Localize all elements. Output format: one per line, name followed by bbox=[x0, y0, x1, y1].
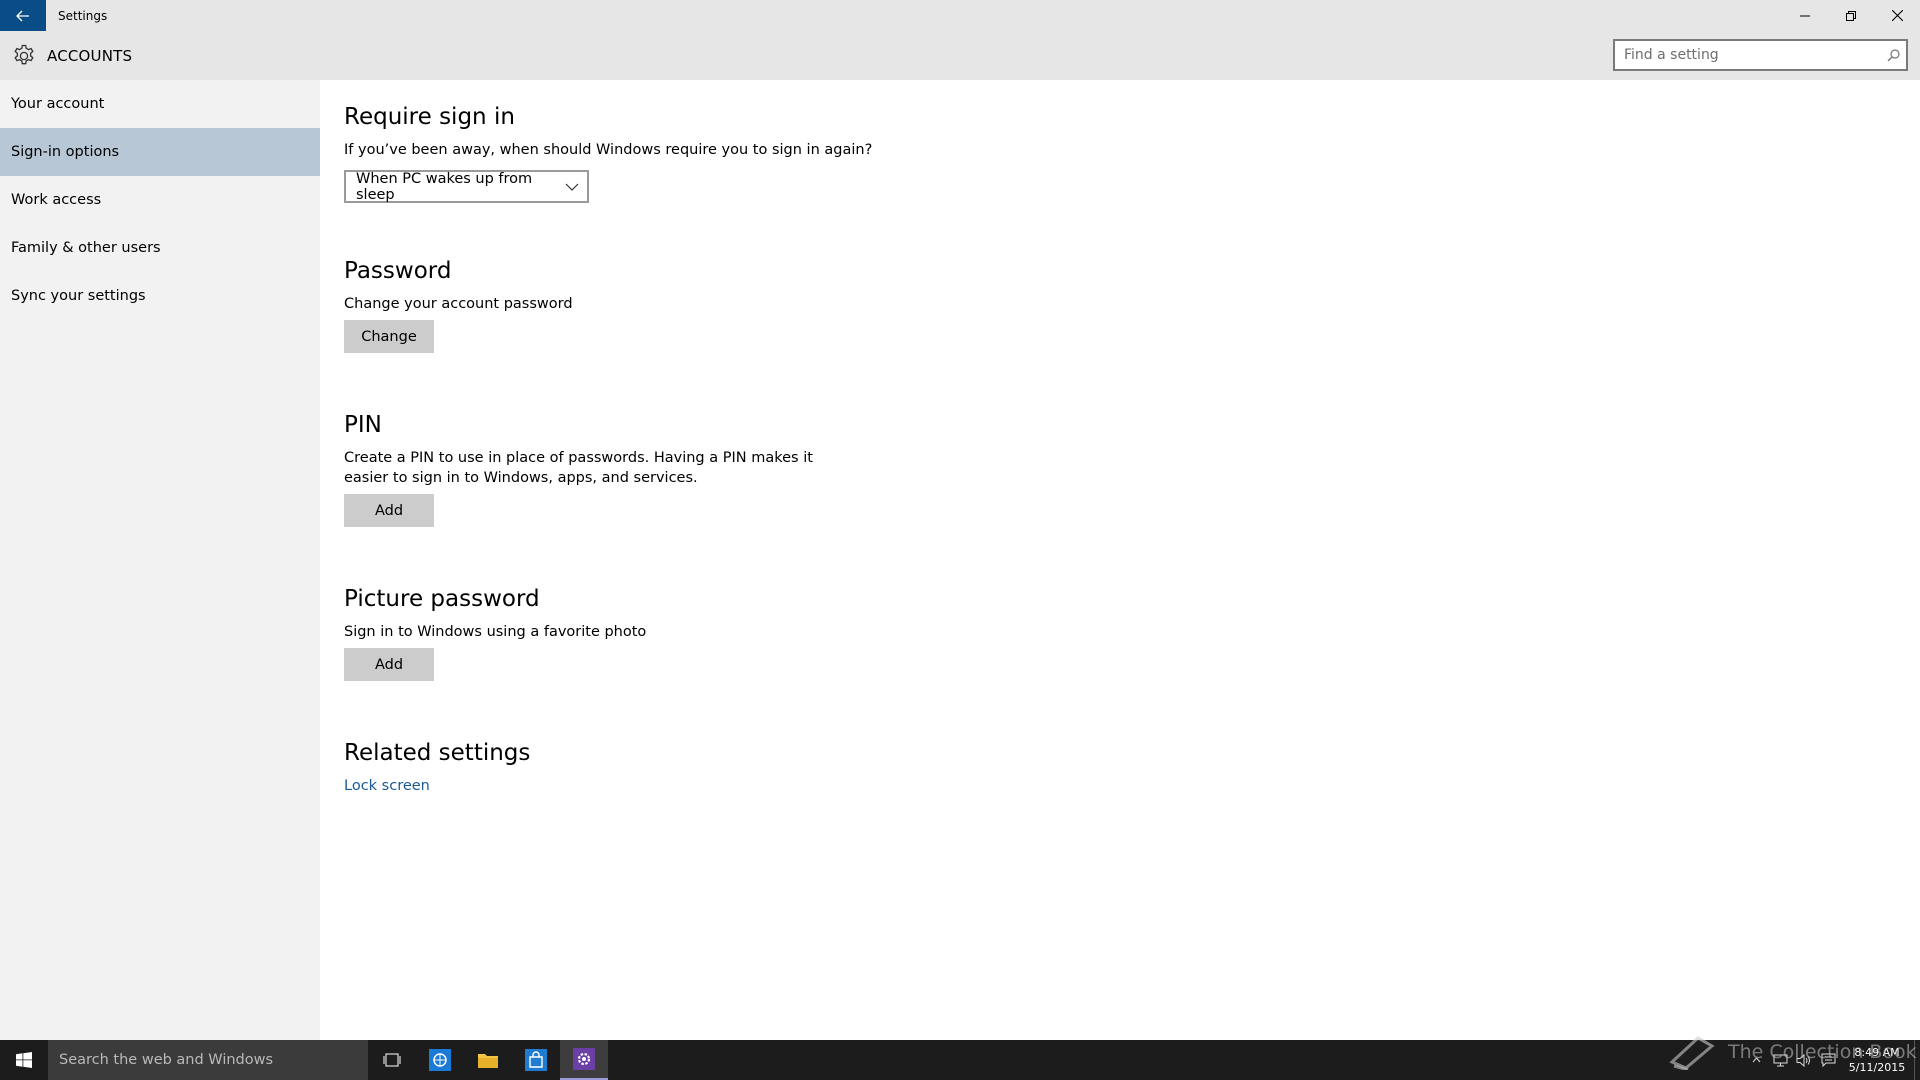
search-input[interactable] bbox=[1615, 41, 1880, 69]
section-title: PIN bbox=[344, 412, 382, 438]
section-description-line2: easier to sign in to Windows, apps, and … bbox=[344, 470, 698, 486]
section-title: Require sign in bbox=[344, 104, 515, 130]
window-controls bbox=[1782, 0, 1920, 31]
clock-date: 5/11/2015 bbox=[1848, 1061, 1906, 1074]
store-app[interactable] bbox=[512, 1040, 560, 1080]
related-settings-section: Related settings Lock screen bbox=[344, 740, 530, 794]
search-icon[interactable] bbox=[1880, 48, 1906, 62]
window-title: Settings bbox=[58, 8, 108, 23]
close-icon bbox=[1891, 10, 1903, 21]
sidebar-item-label: Sign-in options bbox=[11, 144, 120, 160]
clock-time: 8:49 AM bbox=[1854, 1046, 1900, 1059]
picture-password-section: Picture password Sign in to Windows usin… bbox=[344, 586, 646, 681]
page-title: ACCOUNTS bbox=[47, 46, 133, 65]
settings-header: ACCOUNTS bbox=[0, 31, 1920, 80]
sidebar-item-label: Work access bbox=[11, 192, 102, 208]
taskbar-search[interactable]: Search the web and Windows bbox=[48, 1040, 368, 1080]
sidebar-item-your-account[interactable]: Your account bbox=[0, 80, 320, 128]
sidebar-item-label: Your account bbox=[11, 96, 105, 112]
pin-section: PIN Create a PIN to use in place of pass… bbox=[344, 412, 813, 527]
settings-icon bbox=[573, 1048, 595, 1070]
section-title: Picture password bbox=[344, 586, 540, 612]
password-section: Password Change your account password Ch… bbox=[344, 258, 573, 353]
title-bar: Settings bbox=[0, 0, 1920, 31]
action-center-icon[interactable] bbox=[1816, 1040, 1840, 1080]
volume-icon[interactable] bbox=[1792, 1040, 1816, 1080]
chevron-down-icon bbox=[565, 180, 579, 194]
sidebar-item-sign-in-options[interactable]: Sign-in options bbox=[0, 128, 320, 176]
back-arrow-icon bbox=[16, 10, 29, 21]
sidebar-item-label: Sync your settings bbox=[11, 288, 146, 304]
section-title: Password bbox=[344, 258, 452, 284]
file-explorer-icon bbox=[478, 1054, 498, 1068]
gear-icon bbox=[11, 43, 36, 68]
chevron-up-icon[interactable] bbox=[1744, 1040, 1768, 1080]
close-button[interactable] bbox=[1874, 0, 1920, 31]
show-desktop-button[interactable] bbox=[1914, 1040, 1920, 1080]
taskbar-clock[interactable]: 8:49 AM 5/11/2015 bbox=[1840, 1045, 1914, 1075]
taskbar-search-text: Search the web and Windows bbox=[59, 1052, 274, 1068]
settings-app[interactable] bbox=[560, 1040, 608, 1080]
sidebar-item-sync-settings[interactable]: Sync your settings bbox=[0, 272, 320, 320]
add-pin-button[interactable]: Add bbox=[344, 494, 434, 527]
edge-app[interactable] bbox=[416, 1040, 464, 1080]
edge-icon bbox=[429, 1049, 451, 1071]
section-description: Sign in to Windows using a favorite phot… bbox=[344, 624, 647, 640]
task-view-icon bbox=[383, 1053, 401, 1067]
require-sign-in-dropdown[interactable]: When PC wakes up from sleep bbox=[344, 170, 589, 203]
sidebar: Your account Sign-in options Work access… bbox=[0, 80, 320, 1040]
section-description-line1: Create a PIN to use in place of password… bbox=[344, 450, 813, 466]
task-view-button[interactable] bbox=[368, 1040, 416, 1080]
sidebar-item-label: Family & other users bbox=[11, 240, 161, 256]
sidebar-item-family-other-users[interactable]: Family & other users bbox=[0, 224, 320, 272]
windows-logo-icon bbox=[16, 1052, 32, 1068]
start-button[interactable] bbox=[0, 1040, 48, 1080]
restore-icon bbox=[1846, 10, 1856, 21]
require-sign-in-section: Require sign in If you’ve been away, whe… bbox=[344, 104, 872, 203]
minimize-button[interactable] bbox=[1782, 0, 1828, 31]
sidebar-item-work-access[interactable]: Work access bbox=[0, 176, 320, 224]
section-description: If you’ve been away, when should Windows… bbox=[344, 142, 873, 158]
system-tray: 8:49 AM 5/11/2015 bbox=[1744, 1040, 1920, 1080]
find-setting-search[interactable] bbox=[1613, 39, 1908, 71]
network-icon[interactable] bbox=[1768, 1040, 1792, 1080]
section-title: Related settings bbox=[344, 740, 531, 766]
back-button[interactable] bbox=[0, 0, 46, 31]
minimize-icon bbox=[1800, 15, 1810, 16]
restore-button[interactable] bbox=[1828, 0, 1874, 31]
lock-screen-link[interactable]: Lock screen bbox=[344, 778, 530, 794]
taskbar: Search the web and Windows 8:49 AM 5/11/… bbox=[0, 1040, 1920, 1080]
change-password-button[interactable]: Change bbox=[344, 320, 434, 353]
add-picture-password-button[interactable]: Add bbox=[344, 648, 434, 681]
file-explorer-app[interactable] bbox=[464, 1040, 512, 1080]
dropdown-value: When PC wakes up from sleep bbox=[356, 170, 533, 203]
store-icon bbox=[525, 1049, 547, 1071]
section-description: Change your account password bbox=[344, 296, 573, 312]
